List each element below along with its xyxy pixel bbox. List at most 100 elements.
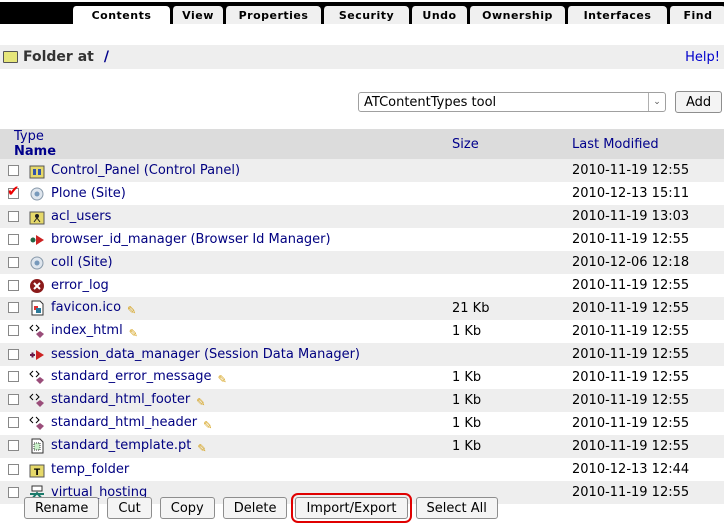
table-row: session_data_manager (Session Data Manag… [0,343,724,366]
tab-view[interactable]: View [172,6,223,24]
site-icon[interactable] [29,186,45,202]
table-header: Type Name Size Last Modified [0,129,724,159]
svg-text:T: T [34,468,41,478]
session-data-manager-icon[interactable] [29,347,45,363]
row-checkbox[interactable] [8,211,19,222]
pencil-icon[interactable]: ✎ [196,396,205,409]
row-last-modified: 2010-11-19 12:55 [572,389,724,412]
row-checkbox[interactable] [8,165,19,176]
row-last-modified: 2010-11-19 12:55 [572,159,724,182]
select-all-button[interactable]: Select All [415,497,498,519]
row-name-link[interactable]: temp_folder [51,462,129,477]
dtml-method-icon[interactable] [29,392,45,408]
temp-folder-icon[interactable]: T [29,462,45,478]
row-name-link[interactable]: browser_id_manager (Browser Id Manager) [51,232,331,247]
row-name-link[interactable]: session_data_manager (Session Data Manag… [51,347,360,362]
row-last-modified: 2010-11-19 12:55 [572,297,724,320]
error-log-icon[interactable] [29,278,45,294]
browser-id-manager-icon[interactable] [29,232,45,248]
table-row: standard_html_header ✎ 1 Kb 2010-11-19 12:5… [0,412,724,435]
table-row: acl_users 2010-11-19 13:03 [0,205,724,228]
import-export-button[interactable]: Import/Export [291,493,412,523]
column-type[interactable]: Type [14,129,44,144]
row-name-link[interactable]: Control_Panel (Control Panel) [51,163,240,178]
tab-properties[interactable]: Properties [225,6,321,24]
row-name-link[interactable]: favicon.ico [51,300,121,315]
row-name-link[interactable]: index_html [51,323,123,338]
table-row: coll (Site) 2010-12-06 12:18 [0,251,724,274]
add-button[interactable]: Add [675,91,723,113]
row-checkbox[interactable] [7,182,20,200]
tab-bar: Contents View Properties Security Undo O… [0,0,724,26]
tabs: Contents View Properties Security Undo O… [72,6,724,24]
tab-ownership[interactable]: Ownership [469,6,565,24]
row-checkbox[interactable] [8,280,19,291]
row-checkbox[interactable] [8,394,19,406]
dtml-method-icon[interactable] [29,369,45,385]
table-row: Control_Panel (Control Panel) 2010-11-19 … [0,159,724,182]
row-last-modified: 2010-11-19 12:55 [572,320,724,343]
user-folder-icon[interactable] [29,209,45,225]
row-checkbox[interactable] [8,302,19,314]
delete-button[interactable]: Delete [222,497,288,519]
help-link[interactable]: Help! [685,50,720,65]
add-type-select[interactable]: ATContentTypes tool ⌄ [358,92,666,112]
row-name-link[interactable]: Plone (Site) [51,186,126,201]
row-last-modified: 2010-11-19 12:55 [572,481,724,504]
column-last-modified[interactable]: Last Modified [572,129,724,159]
row-checkbox[interactable] [8,464,19,475]
pencil-icon[interactable]: ✎ [129,327,138,340]
column-name[interactable]: Name [14,144,56,159]
tab-interfaces[interactable]: Interfaces [567,6,667,24]
tab-undo[interactable]: Undo [411,6,467,24]
row-last-modified: 2010-11-19 12:55 [572,274,724,297]
row-checkbox[interactable] [8,349,19,360]
site-icon[interactable] [29,255,45,271]
row-size [452,251,572,274]
row-name-link[interactable]: standard_error_message [51,369,212,384]
row-size [452,343,572,366]
row-size: 21 Kb [452,297,572,320]
row-last-modified: 2010-11-19 12:55 [572,366,724,389]
row-name-link[interactable]: standard_html_footer [51,392,190,407]
chevron-down-icon[interactable]: ⌄ [648,93,665,111]
folder-header: Folder at / Help! [0,45,724,69]
contents-table: Type Name Size Last Modified Control_Pan… [0,129,724,504]
row-name-link[interactable]: standard_template.pt [51,438,191,453]
row-name-link[interactable]: standard_html_header [51,415,197,430]
column-size[interactable]: Size [452,129,572,159]
row-last-modified: 2010-11-19 12:55 [572,228,724,251]
row-checkbox[interactable] [8,487,19,498]
row-last-modified: 2010-12-13 12:44 [572,458,724,481]
dtml-method-icon[interactable] [29,323,45,339]
row-checkbox[interactable] [8,257,19,268]
dtml-method-icon[interactable] [29,415,45,431]
tab-contents[interactable]: Contents [72,6,170,24]
path-link[interactable]: / [104,49,109,65]
row-name-link[interactable]: acl_users [51,209,111,224]
row-checkbox[interactable] [8,371,19,383]
table-row: error_log 2010-11-19 12:55 [0,274,724,297]
tab-find[interactable]: Find [669,6,724,24]
pencil-icon[interactable]: ✎ [127,304,136,317]
row-last-modified: 2010-11-19 12:55 [572,412,724,435]
row-checkbox[interactable] [8,325,19,337]
row-name-link[interactable]: coll (Site) [51,255,113,270]
copy-button[interactable]: Copy [159,497,215,519]
row-checkbox[interactable] [8,440,19,452]
page-template-icon[interactable] [29,438,45,454]
tab-security[interactable]: Security [323,6,409,24]
image-icon[interactable] [29,300,45,316]
pencil-icon[interactable]: ✎ [197,442,206,455]
row-name-link[interactable]: error_log [51,278,109,293]
pencil-icon[interactable]: ✎ [218,373,227,386]
pencil-icon[interactable]: ✎ [203,419,212,432]
row-last-modified: 2010-12-13 15:11 [572,182,724,205]
row-checkbox[interactable] [8,417,19,429]
cut-button[interactable]: Cut [107,497,152,519]
control-panel-icon[interactable] [29,163,45,179]
rename-button[interactable]: Rename [24,497,100,519]
row-size: 1 Kb [452,435,572,458]
row-size [452,205,572,228]
row-checkbox[interactable] [8,234,19,245]
